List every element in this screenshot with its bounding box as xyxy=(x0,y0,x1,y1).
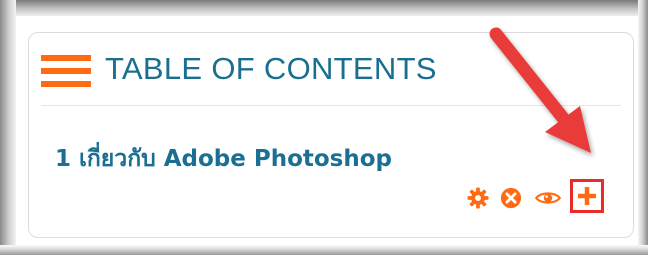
plus-icon[interactable] xyxy=(578,187,596,205)
add-button-highlight[interactable] xyxy=(570,179,604,213)
window-frame-right xyxy=(638,0,648,255)
window-frame-bottom xyxy=(0,245,648,255)
eye-icon[interactable] xyxy=(534,188,562,208)
chapter-actions xyxy=(467,179,607,215)
annotation-arrow-icon xyxy=(489,27,591,153)
gear-icon[interactable] xyxy=(467,187,489,209)
hamburger-menu-icon[interactable] xyxy=(41,55,91,87)
x-circle-icon[interactable] xyxy=(500,187,522,209)
window-frame-top xyxy=(0,0,648,16)
chapter-link[interactable]: 1 เกี่ยวกับ Adobe Photoshop xyxy=(55,141,392,177)
toc-title: TABLE OF CONTENTS xyxy=(105,51,437,86)
window-frame-left xyxy=(0,0,16,255)
